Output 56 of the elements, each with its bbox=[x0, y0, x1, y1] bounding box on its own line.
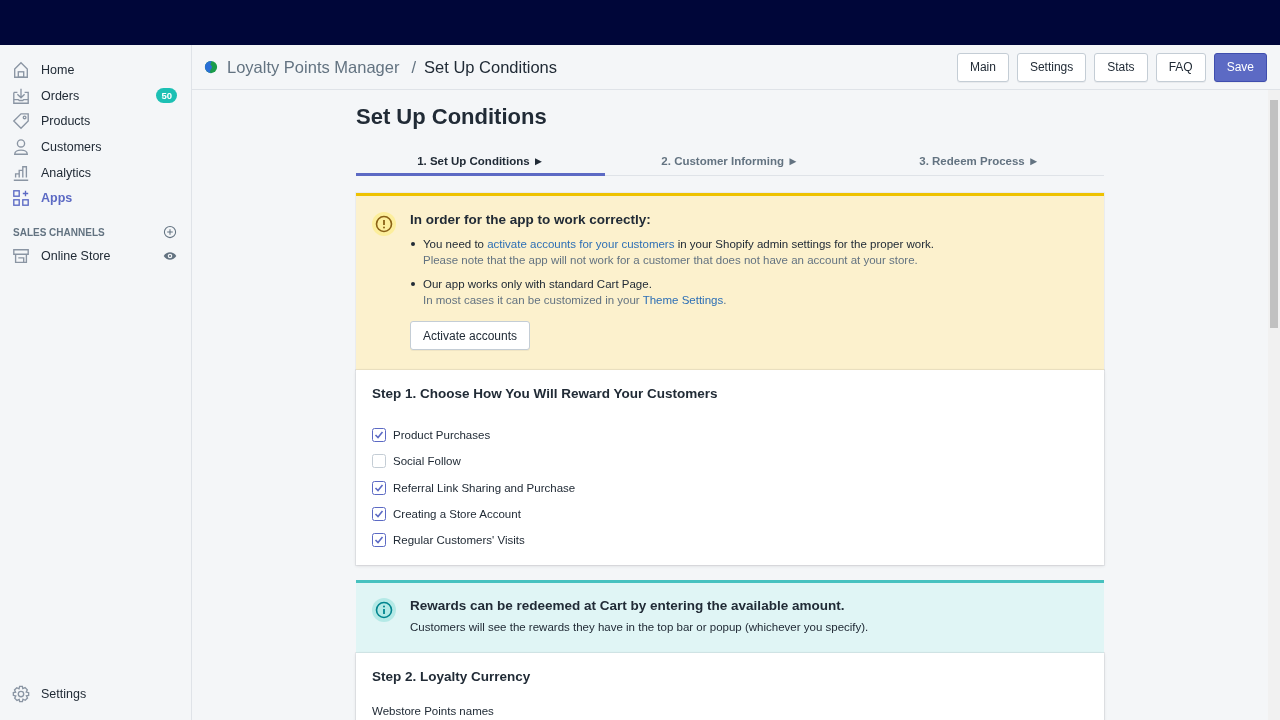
save-button[interactable]: Save bbox=[1213, 52, 1267, 82]
sidebar-item[interactable]: Customers bbox=[0, 134, 191, 160]
add-icon[interactable] bbox=[163, 225, 177, 240]
settings-icon bbox=[12, 685, 30, 704]
person-icon bbox=[12, 137, 30, 156]
scrollbar-thumb[interactable] bbox=[1270, 100, 1278, 328]
card-title: Step 1. Choose How You Will Reward Your Customers bbox=[372, 386, 719, 402]
field-label: Webstore Points names bbox=[372, 705, 495, 718]
sidebar-item[interactable]: Analytics bbox=[0, 159, 191, 186]
checkbox[interactable] bbox=[372, 533, 386, 548]
checkbox-label[interactable]: Social Follow bbox=[393, 455, 461, 468]
checkbox-label[interactable]: Referral Link Sharing and Purchase bbox=[393, 481, 576, 494]
step-tab[interactable]: 2. Customer Informing ► bbox=[605, 149, 855, 176]
page-title: Set Up Conditions bbox=[424, 57, 558, 77]
heading: Set Up Conditions bbox=[356, 104, 548, 131]
step-tab[interactable]: 3. Redeem Process ► bbox=[854, 149, 1104, 176]
link[interactable]: activate accounts for your customers bbox=[487, 238, 675, 250]
checkbox-label[interactable]: Creating a Store Account bbox=[393, 508, 521, 521]
warning-icon bbox=[374, 214, 394, 234]
checkbox[interactable] bbox=[372, 480, 386, 495]
info-title: Rewards can be redeemed at Cart by entering the available amount. bbox=[410, 597, 846, 616]
apps-icon bbox=[12, 189, 30, 208]
checkbox-label[interactable]: Product Purchases bbox=[393, 429, 491, 442]
sidebar-item[interactable]: Home bbox=[0, 57, 191, 83]
orders-icon bbox=[12, 86, 30, 105]
activate-button[interactable]: Activate accounts bbox=[410, 321, 531, 350]
card-title: Step 2. Loyalty Currency bbox=[372, 669, 532, 686]
nav-button[interactable]: Settings bbox=[1016, 52, 1087, 82]
warning-text: Our app works only with standard Cart Page. bbox=[423, 277, 653, 292]
sidebar-item[interactable]: Settings bbox=[0, 681, 191, 707]
breadcrumb-separator: / bbox=[411, 57, 417, 77]
info-icon bbox=[374, 600, 394, 621]
app-name[interactable]: Loyalty Points Manager bbox=[227, 57, 400, 77]
sidebar-item[interactable]: Online Store bbox=[0, 243, 191, 269]
chart-icon bbox=[12, 163, 30, 182]
info-text: Customers will see the rewards they have in the top bar or popup (whichever you specify). bbox=[410, 621, 870, 634]
checkbox[interactable] bbox=[372, 507, 386, 522]
section-title: SALES CHANNELS bbox=[13, 226, 105, 238]
tag-icon bbox=[12, 112, 30, 131]
sidebar-item[interactable]: Orders 50 bbox=[0, 82, 191, 109]
store-icon bbox=[12, 246, 30, 265]
nav-button[interactable]: Main bbox=[956, 52, 1009, 82]
warning-title: In order for the app to work correctly: bbox=[410, 211, 652, 229]
checkbox[interactable] bbox=[372, 428, 386, 443]
sidebar-item[interactable]: Apps bbox=[0, 185, 191, 212]
checkbox-label[interactable]: Regular Customers' Visits bbox=[393, 534, 525, 547]
step-tab[interactable]: 1. Set Up Conditions ► bbox=[356, 149, 606, 176]
nav-button[interactable]: FAQ bbox=[1155, 52, 1206, 82]
sidebar-item[interactable]: Products bbox=[0, 108, 191, 135]
count-badge: 50 bbox=[156, 88, 177, 104]
logo-icon bbox=[204, 60, 218, 74]
nav-button[interactable]: Stats bbox=[1094, 52, 1148, 82]
home-icon bbox=[12, 60, 30, 79]
warning-text: You need to activate accounts for your customers in your Shopify admin settings for the proper work. bbox=[423, 237, 934, 252]
warning-note: Please note that the app will not work for a customer that does not have an account at your store. bbox=[423, 253, 919, 268]
warning-note: In most cases it can be customized in your Theme Settings. bbox=[423, 293, 727, 308]
